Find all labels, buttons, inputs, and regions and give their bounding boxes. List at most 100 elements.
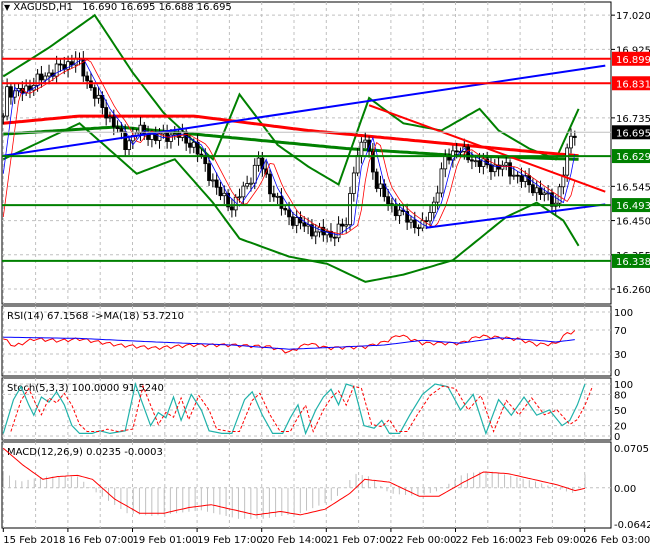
level-label: 16.493: [616, 201, 650, 212]
candle: [5, 86, 10, 117]
candle: [302, 222, 307, 227]
macd-tick: 0.0705: [614, 444, 649, 455]
candle: [542, 192, 547, 195]
candle: [188, 142, 192, 148]
candle: [435, 192, 440, 203]
candle: [470, 159, 474, 162]
candle: [85, 75, 90, 82]
candle: [100, 94, 105, 108]
candle: [229, 206, 234, 211]
candle: [519, 175, 524, 182]
bollinger-upper: [2, 13, 580, 186]
symbol-label: XAGUSD,H1: [13, 2, 74, 13]
candle: [393, 204, 398, 217]
rsi-label: RSI(14) 67.1568 ->MA(18) 53.7210: [7, 311, 184, 322]
candle: [119, 128, 124, 133]
stoch-tick: 100: [614, 380, 633, 391]
candle: [477, 160, 482, 167]
candle: [489, 164, 493, 173]
candle: [104, 107, 109, 119]
level-label: 16.629: [616, 152, 650, 163]
candle: [256, 157, 261, 166]
candle: [508, 162, 512, 177]
chart-canvas[interactable]: 17.02016.92516.73516.54516.45016.35516.2…: [0, 0, 650, 550]
candle: [54, 63, 59, 77]
candle: [351, 172, 356, 194]
candle: [195, 141, 200, 155]
time-label: 22 Feb 16:00: [456, 535, 522, 546]
candle: [397, 209, 402, 217]
stoch-tick: 0: [614, 432, 620, 443]
candle: [271, 193, 276, 198]
chart-window[interactable]: 17.02016.92516.73516.54516.45016.35516.2…: [0, 0, 650, 550]
time-label: 16 Feb 07:00: [68, 535, 134, 546]
candle: [439, 168, 444, 194]
candle: [386, 196, 391, 205]
candle: [149, 133, 154, 140]
candle: [431, 201, 436, 213]
current-price-label: 16.695: [616, 128, 650, 139]
candle: [47, 72, 51, 77]
candle: [191, 141, 196, 148]
candle: [500, 164, 505, 170]
candle: [279, 195, 284, 209]
stoch-tick: 20: [614, 422, 627, 433]
rsi-tick: 30: [614, 350, 627, 361]
candle: [123, 131, 128, 150]
candle: [58, 63, 63, 66]
candle: [454, 150, 459, 153]
candle: [412, 219, 417, 228]
candle: [138, 124, 143, 134]
rsi-ma-line: [3, 336, 575, 350]
dropdown-triangle-icon[interactable]: ▼: [4, 3, 10, 12]
macd-label: MACD(12,26,9) 0.0235 -0.0003: [7, 447, 163, 458]
candle: [374, 171, 379, 189]
candle: [1, 115, 6, 118]
candle: [569, 135, 573, 149]
candle: [69, 61, 74, 66]
stoch-tick: 50: [614, 406, 627, 417]
candle: [39, 73, 44, 81]
macd-tick: -0.0642: [614, 520, 650, 531]
level-label: 16.338: [616, 257, 650, 268]
candle: [184, 131, 189, 144]
candle: [115, 126, 120, 130]
price-tick-label: 16.260: [616, 285, 650, 296]
candle: [294, 217, 299, 226]
candle: [340, 223, 345, 227]
candle: [466, 146, 471, 161]
candle: [108, 116, 112, 119]
time-label: 22 Feb 00:00: [391, 535, 457, 546]
time-label: 15 Feb 2018: [3, 535, 65, 546]
time-label: 20 Feb 14:00: [262, 535, 328, 546]
ohlc-low: 16.688: [158, 2, 194, 13]
candle: [287, 209, 291, 218]
candle: [268, 173, 272, 195]
candle: [210, 179, 215, 182]
macd-tick: 0.00: [614, 484, 636, 495]
candle: [515, 174, 520, 177]
rsi-tick: 70: [614, 326, 627, 337]
candle: [344, 224, 349, 227]
candle: [424, 220, 429, 223]
candle: [9, 86, 13, 98]
candle: [504, 162, 509, 166]
candle: [332, 236, 337, 239]
candle: [275, 195, 280, 198]
price-tick-label: 17.020: [616, 11, 650, 22]
ohlc-open: 16.690: [82, 2, 118, 13]
price-tick-label: 16.450: [616, 217, 650, 228]
stoch-tick: 80: [614, 390, 627, 401]
candle: [249, 182, 253, 185]
candle: [245, 183, 250, 187]
price-tick-label: 16.735: [616, 114, 650, 125]
candle: [378, 183, 383, 189]
time-label: 19 Feb 01:00: [133, 535, 199, 546]
candle: [565, 147, 570, 176]
level-label: 16.899: [616, 55, 650, 66]
candle: [572, 135, 577, 138]
candle: [222, 192, 227, 197]
candle: [207, 163, 211, 181]
time-label: 23 Feb 09:00: [520, 535, 586, 546]
ohlc-close: 16.695: [196, 2, 232, 13]
